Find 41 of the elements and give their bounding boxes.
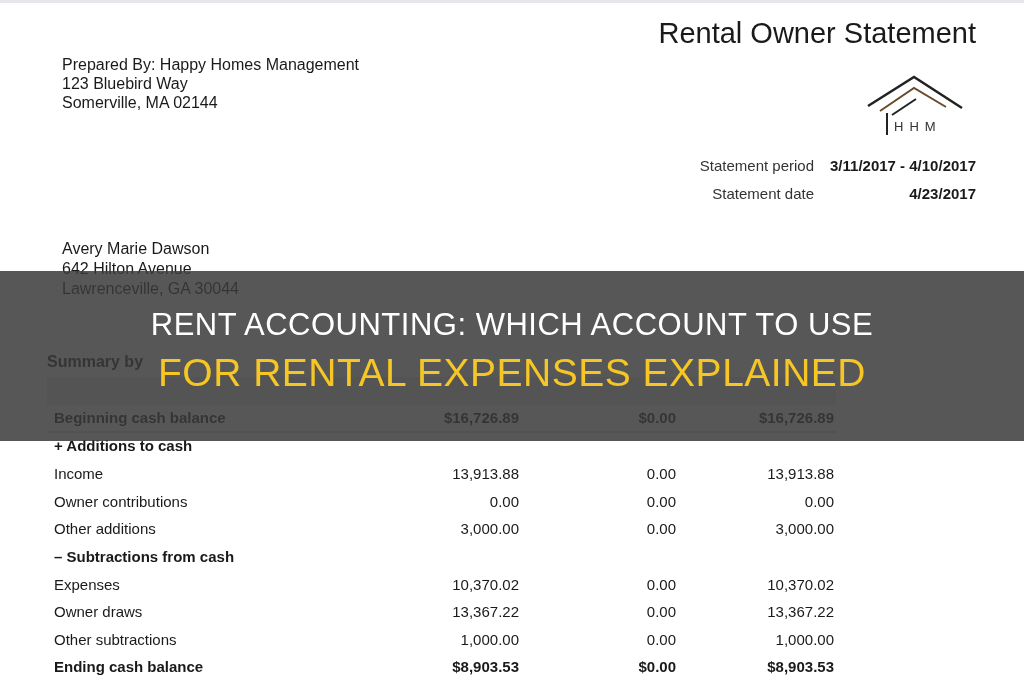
row-label: Other additions [54, 519, 157, 540]
table-cell-text: 13,913.88 [451, 463, 519, 484]
row-label: Income [54, 463, 105, 484]
table-cell-text: 1,000.00 [774, 630, 834, 651]
address-line: Avery Marie Dawson [62, 239, 211, 259]
table-cell-text: 3,000.00 [459, 519, 519, 540]
row-label: Expenses [54, 574, 121, 595]
table-cell-text: 0.00 [645, 463, 676, 484]
detail-label: Statement date [711, 184, 815, 204]
table-cell-text: 13,913.88 [766, 463, 834, 484]
table-cell-text: 0.00 [645, 602, 676, 623]
table-cell-text: 3,000.00 [774, 519, 834, 540]
table-cell-text: 0.00 [803, 491, 834, 512]
table-cell-text: 0.00 [488, 491, 519, 512]
row-label: + Additions to cash [54, 436, 194, 457]
detail-value: 3/11/2017 - 4/10/2017 [830, 156, 976, 176]
detail-value: 4/23/2017 [908, 184, 976, 204]
banner-subtitle: FOR RENTAL EXPENSES EXPLAINED [158, 350, 866, 396]
table-cell-text: $8,903.53 [766, 656, 834, 677]
row-label: Owner contributions [54, 491, 189, 512]
row-label: – Subtractions from cash [54, 547, 236, 568]
document-title: Rental Owner Statement [658, 16, 976, 51]
row-label: Owner draws [54, 602, 144, 623]
table-cell-text: 13,367.22 [766, 602, 834, 623]
table-cell-text: $8,903.53 [451, 656, 519, 677]
table-cell-text: 10,370.02 [451, 574, 519, 595]
table-cell-text: 13,367.22 [451, 602, 519, 623]
table-cell-text: 10,370.02 [766, 574, 834, 595]
table-cell-text: 0.00 [645, 519, 676, 540]
table-cell-text: 0.00 [645, 630, 676, 651]
address-line: 123 Bluebird Way [62, 74, 189, 93]
table-cell-text: 0.00 [645, 574, 676, 595]
row-label: Other subtractions [54, 630, 178, 651]
address-line: Prepared By: Happy Homes Management [62, 55, 360, 74]
address-line: Somerville, MA 02144 [62, 93, 219, 112]
row-label: Ending cash balance [54, 656, 205, 677]
table-cell-text: 0.00 [645, 491, 676, 512]
banner-title: RENT ACCOUNTING: WHICH ACCOUNT TO USE [150, 306, 874, 344]
detail-label: Statement period [699, 156, 815, 176]
table-cell-text: $0.00 [637, 656, 676, 677]
table-cell-text: 1,000.00 [459, 630, 519, 651]
